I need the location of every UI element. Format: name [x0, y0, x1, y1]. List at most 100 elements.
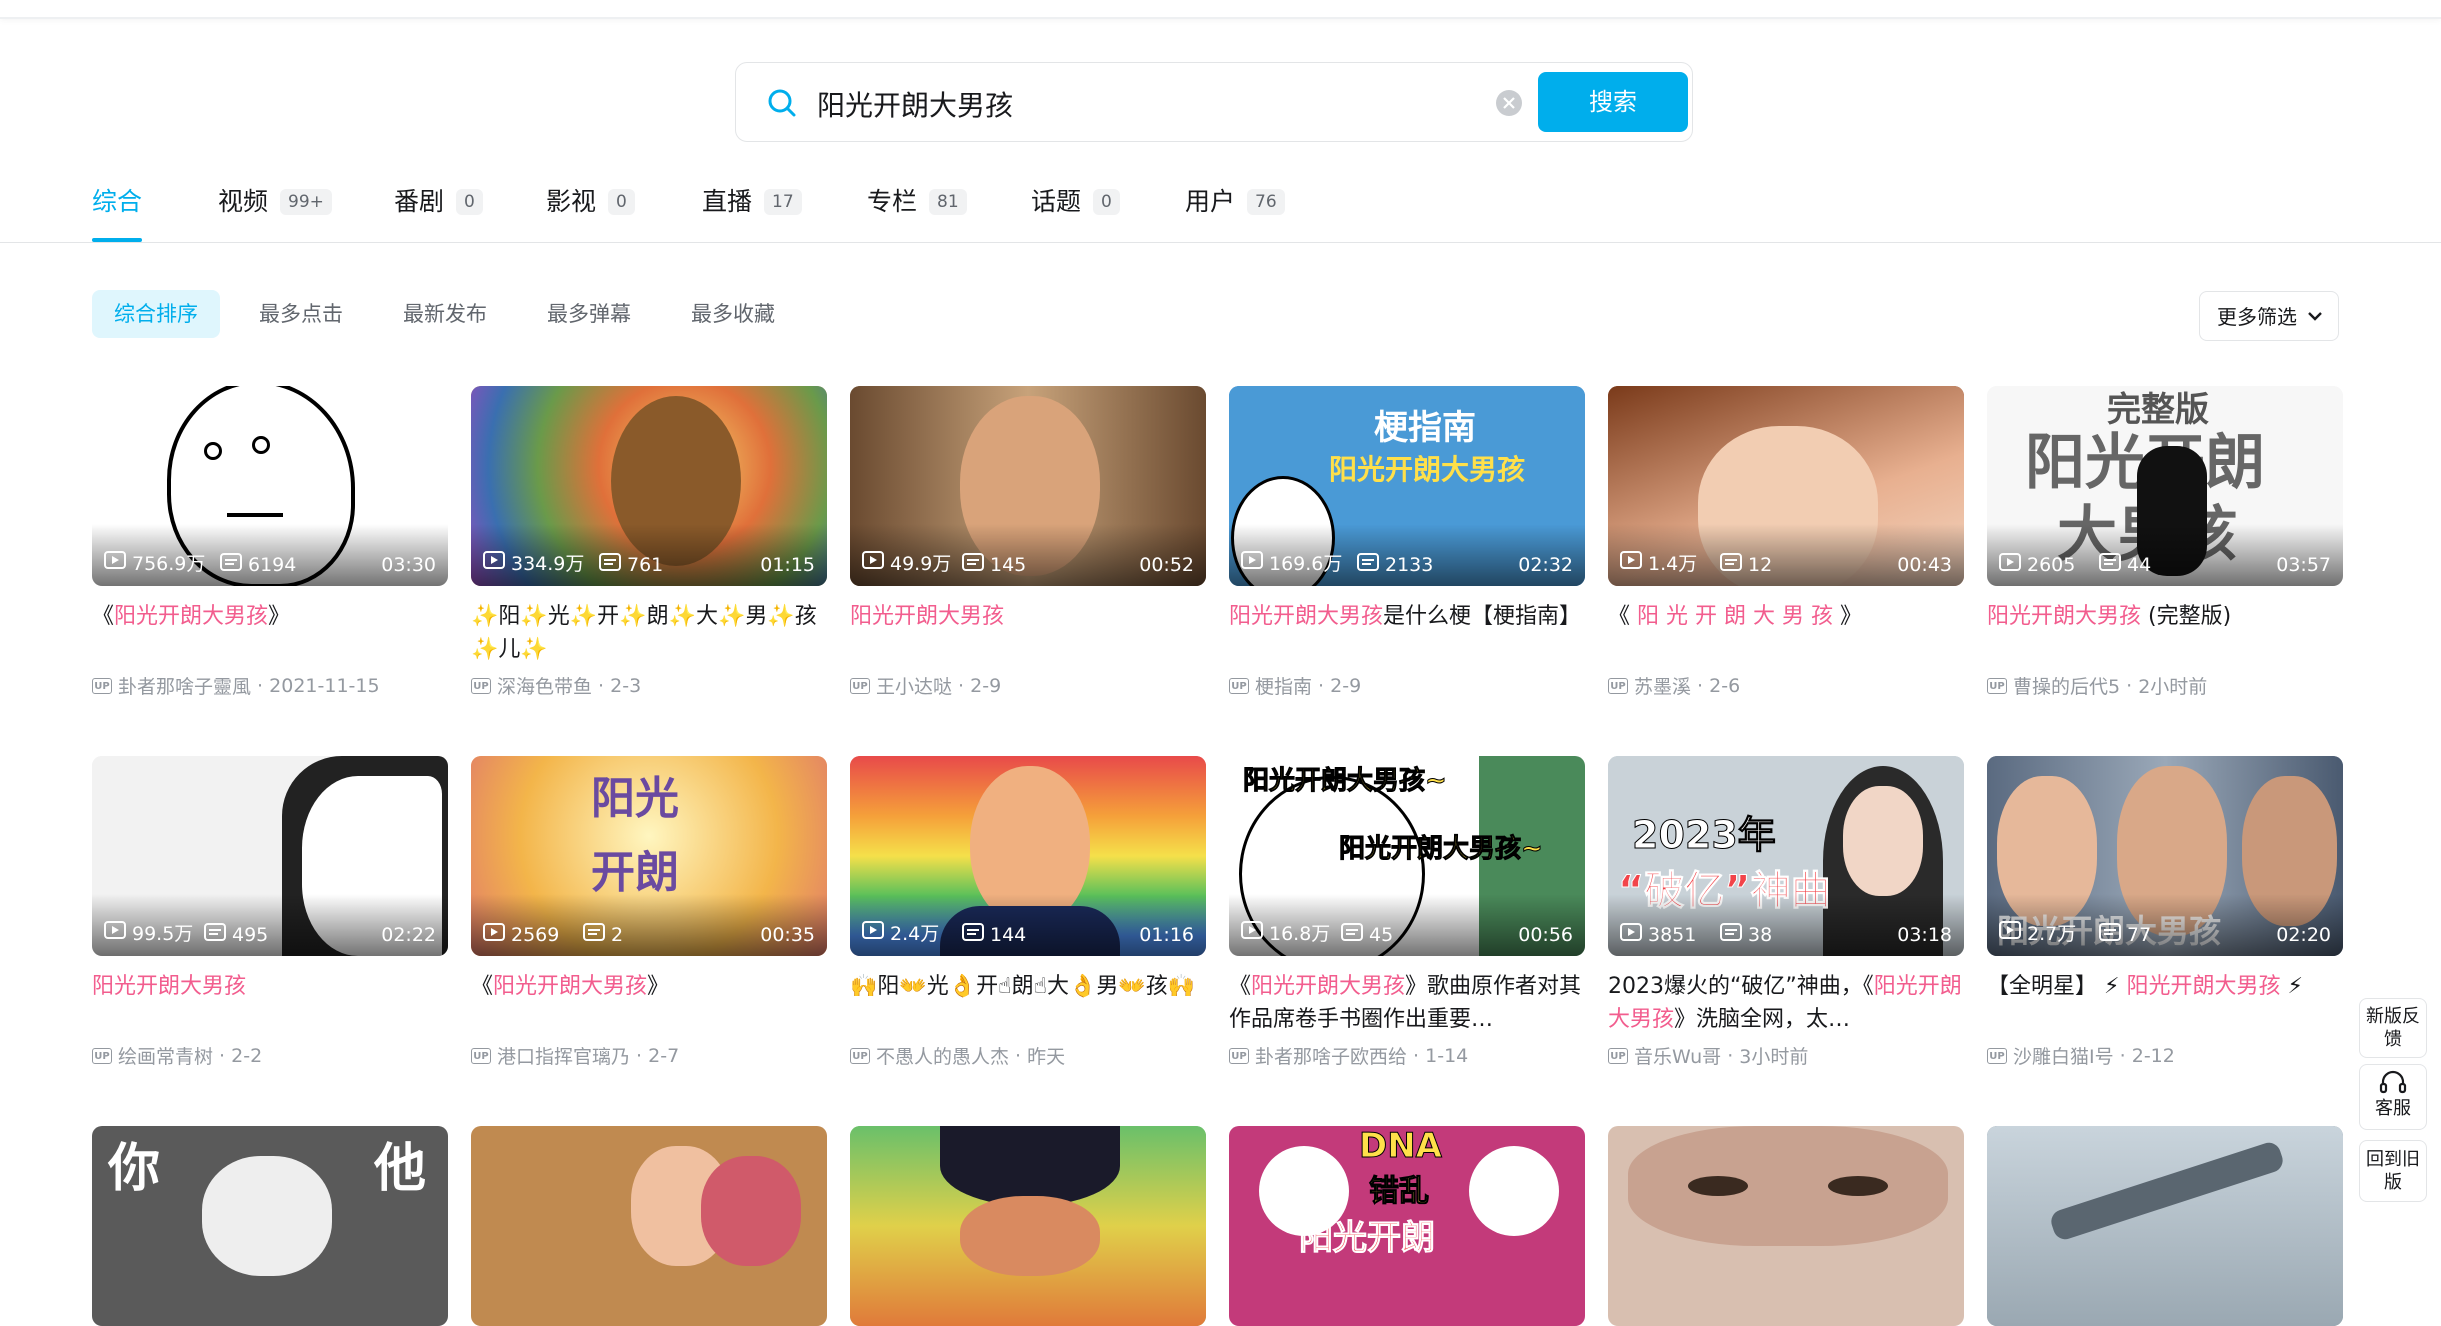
video-card[interactable]: 334.9万 761 01:15 ✨阳✨光✨开✨朗✨大✨男✨孩✨儿✨ UP 深海色带鱼 ·…: [471, 386, 827, 706]
video-author[interactable]: 苏墨溪: [1634, 672, 1691, 699]
video-card[interactable]: 2023年 “破亿”神曲 3851 38 03:18 2023爆火的“破亿”神曲，《阳光开…: [1608, 756, 1964, 1076]
video-thumbnail[interactable]: 梗指南 阳光开朗大男孩 169.6万 2133 02:32: [1229, 386, 1585, 586]
video-author[interactable]: 王小达哒: [876, 672, 952, 699]
search-button[interactable]: 搜索: [1538, 72, 1688, 132]
video-card[interactable]: 1.4万 12 00:43 《 阳 光 开 朗 大 男 孩 》 UP 苏墨溪 · 2-6: [1608, 386, 1964, 706]
tab-video[interactable]: 视频 99+: [218, 180, 332, 242]
danmaku-count-text: 38: [1748, 923, 1773, 946]
sort-comprehensive[interactable]: 综合排序: [92, 290, 220, 338]
danmaku-count-text: 6194: [248, 553, 297, 576]
thumb-caption: 开朗: [591, 847, 679, 898]
video-author[interactable]: 港口指挥官璃乃: [497, 1042, 630, 1069]
view-count-text: 334.9万: [511, 553, 585, 575]
video-card[interactable]: 99.5万 495 02:22 阳光开朗大男孩 UP 绘画常青树 · 2-2: [92, 756, 448, 1076]
tab-all[interactable]: 综合: [92, 180, 143, 242]
sort-newest[interactable]: 最新发布: [381, 290, 509, 338]
video-card[interactable]: 梗指南 阳光开朗大男孩 169.6万 2133 02:32 阳光开朗大男孩是什么梗【梗指南…: [1229, 386, 1585, 706]
video-card[interactable]: 756.9万 6194 03:30 《阳光开朗大男孩》 UP 卦者那啥子靈風 · 2021…: [92, 386, 448, 706]
video-author[interactable]: 卦者那啥子欧西给: [1255, 1042, 1407, 1069]
danmaku-count-text: 44: [2127, 553, 2152, 576]
video-duration: 03:18: [1897, 924, 1952, 946]
play-count-icon: [483, 923, 511, 946]
video-duration: 00:56: [1518, 924, 1573, 946]
video-card[interactable]: 阳光开朗大男孩~ 阳光开朗大男孩~ 16.8万 45 00:56 《阳光开朗大男孩》歌曲原…: [1229, 756, 1585, 1076]
video-title[interactable]: 🙌阳👐光👌开☝朗☝大👌男👐孩🙌: [850, 970, 1206, 1003]
headset-icon: [2379, 1070, 2407, 1094]
new-feedback-button[interactable]: 新版反馈: [2359, 998, 2427, 1058]
video-thumbnail[interactable]: [1987, 1126, 2343, 1326]
tab-article[interactable]: 专栏 81: [867, 180, 967, 242]
meta-separator: ·: [251, 674, 270, 697]
view-count-text: 169.6万: [1269, 553, 1343, 575]
video-thumbnail[interactable]: DNA 错乱 阳光开朗: [1229, 1126, 1585, 1326]
video-thumbnail[interactable]: 完整版阳光开朗大男孩26054403:57: [1987, 386, 2343, 586]
video-title[interactable]: 阳光开朗大男孩: [92, 970, 448, 1003]
video-thumbnail[interactable]: [850, 1126, 1206, 1326]
tab-label: 话题: [1031, 187, 1082, 216]
video-title[interactable]: 阳光开朗大男孩是什么梗【梗指南】: [1229, 600, 1585, 633]
video-card[interactable]: 2.4万 144 01:16 🙌阳👐光👌开☝朗☝大👌男👐孩🙌 UP 不愚人的愚人杰 · 昨…: [850, 756, 1206, 1076]
customer-service-button[interactable]: 客服: [2359, 1064, 2427, 1130]
video-title[interactable]: 阳光开朗大男孩: [850, 600, 1206, 633]
video-thumbnail[interactable]: 49.9万 145 00:52: [850, 386, 1206, 586]
video-title[interactable]: 2023爆火的“破亿”神曲，《阳光开朗大男孩》洗脑全网，太…: [1608, 970, 1964, 1036]
video-author[interactable]: 深海色带鱼: [497, 672, 592, 699]
thumb-caption: 错乱: [1369, 1174, 1430, 1210]
video-author[interactable]: 梗指南: [1255, 672, 1312, 699]
video-card[interactable]: 阳光 开朗 2569 2 00:35 《阳光开朗大男孩》 UP 港口指挥官璃乃 · 2-7: [471, 756, 827, 1076]
video-thumbnail[interactable]: 阳光开朗大男孩2.7万7702:20: [1987, 756, 2343, 956]
up-icon: UP: [850, 1047, 870, 1064]
title-suffix: ⚡: [2280, 974, 2303, 999]
video-thumbnail[interactable]: 99.5万 495 02:22: [92, 756, 448, 956]
video-title[interactable]: ✨阳✨光✨开✨朗✨大✨男✨孩✨儿✨: [471, 600, 827, 666]
video-author[interactable]: 不愚人的愚人杰: [876, 1042, 1009, 1069]
danmaku-count: 6194: [220, 553, 296, 576]
more-filter-button[interactable]: 更多筛选: [2199, 291, 2339, 341]
video-thumbnail[interactable]: 阳光 开朗 2569 2 00:35: [471, 756, 827, 956]
video-card[interactable]: 完整版阳光开朗大男孩26054403:57阳光开朗大男孩 (完整版)UP曹操的后…: [1987, 386, 2343, 706]
view-count: 49.9万: [862, 549, 951, 576]
video-date: 2-9: [970, 674, 1002, 697]
play-count-icon: [1620, 923, 1648, 946]
video-title[interactable]: 【全明星】 ⚡ 阳光开朗大男孩 ⚡: [1987, 970, 2343, 1003]
video-thumbnail[interactable]: 阳光开朗大男孩~ 阳光开朗大男孩~ 16.8万 45 00:56: [1229, 756, 1585, 956]
danmaku-count-text: 12: [1748, 553, 1773, 576]
video-author[interactable]: 音乐Wu哥: [1634, 1042, 1721, 1069]
tab-bangumi[interactable]: 番剧 0: [394, 180, 483, 242]
video-title[interactable]: 阳光开朗大男孩 (完整版): [1987, 600, 2343, 633]
video-author[interactable]: 沙雕白猫I号: [2013, 1042, 2114, 1069]
video-card[interactable]: 阳光开朗大男孩 2.7万 77 02:20 【全明星】 ⚡ 阳光开朗大男孩 ⚡ UP 沙雕白…: [1987, 756, 2343, 1076]
sort-most-favorites[interactable]: 最多收藏: [669, 290, 797, 338]
video-card[interactable]: 49.9万 145 00:52 阳光开朗大男孩 UP 王小达哒 · 2-9: [850, 386, 1206, 706]
video-thumbnail[interactable]: 1.4万 12 00:43: [1608, 386, 1964, 586]
view-count-text: 2569: [511, 923, 560, 946]
back-to-old-button[interactable]: 回到旧版: [2359, 1140, 2427, 1202]
video-author[interactable]: 绘画常青树: [118, 1042, 213, 1069]
tab-user[interactable]: 用户 76: [1185, 180, 1285, 242]
video-thumbnail[interactable]: [1608, 1126, 1964, 1326]
video-thumbnail[interactable]: 你他: [92, 1126, 448, 1326]
sort-most-clicks[interactable]: 最多点击: [237, 290, 365, 338]
tab-topic[interactable]: 话题 0: [1031, 180, 1120, 242]
video-title[interactable]: 《阳光开朗大男孩》歌曲原作者对其作品席卷手书圈作出重要…: [1229, 970, 1585, 1036]
thumb-caption: 阳光开朗大男孩~: [1339, 834, 1544, 865]
video-thumbnail[interactable]: 756.9万 6194 03:30: [92, 386, 448, 586]
search-input[interactable]: [815, 77, 1419, 131]
video-thumbnail[interactable]: [471, 1126, 827, 1326]
sort-most-danmaku[interactable]: 最多弹幕: [525, 290, 653, 338]
video-author[interactable]: 曹操的后代5: [2013, 672, 2120, 699]
title-highlight: 阳光开朗大男孩: [1229, 604, 1384, 629]
video-thumbnail[interactable]: 2.4万 144 01:16: [850, 756, 1206, 956]
tab-film[interactable]: 影视 0: [546, 180, 635, 242]
video-title[interactable]: 《 阳 光 开 朗 大 男 孩 》: [1608, 600, 1964, 633]
video-thumbnail[interactable]: 334.9万 761 01:15: [471, 386, 827, 586]
tab-live[interactable]: 直播 17: [702, 180, 802, 242]
video-date: 1-14: [1425, 1044, 1469, 1067]
video-author[interactable]: 卦者那啥子靈風: [118, 672, 251, 699]
thumb-caption: 他: [374, 1139, 427, 1199]
view-count: 2.7万: [1999, 919, 2076, 946]
clear-search-icon[interactable]: [1496, 90, 1522, 116]
video-thumbnail[interactable]: 2023年 “破亿”神曲 3851 38 03:18: [1608, 756, 1964, 956]
video-title[interactable]: 《阳光开朗大男孩》: [92, 600, 448, 633]
video-title[interactable]: 《阳光开朗大男孩》: [471, 970, 827, 1003]
